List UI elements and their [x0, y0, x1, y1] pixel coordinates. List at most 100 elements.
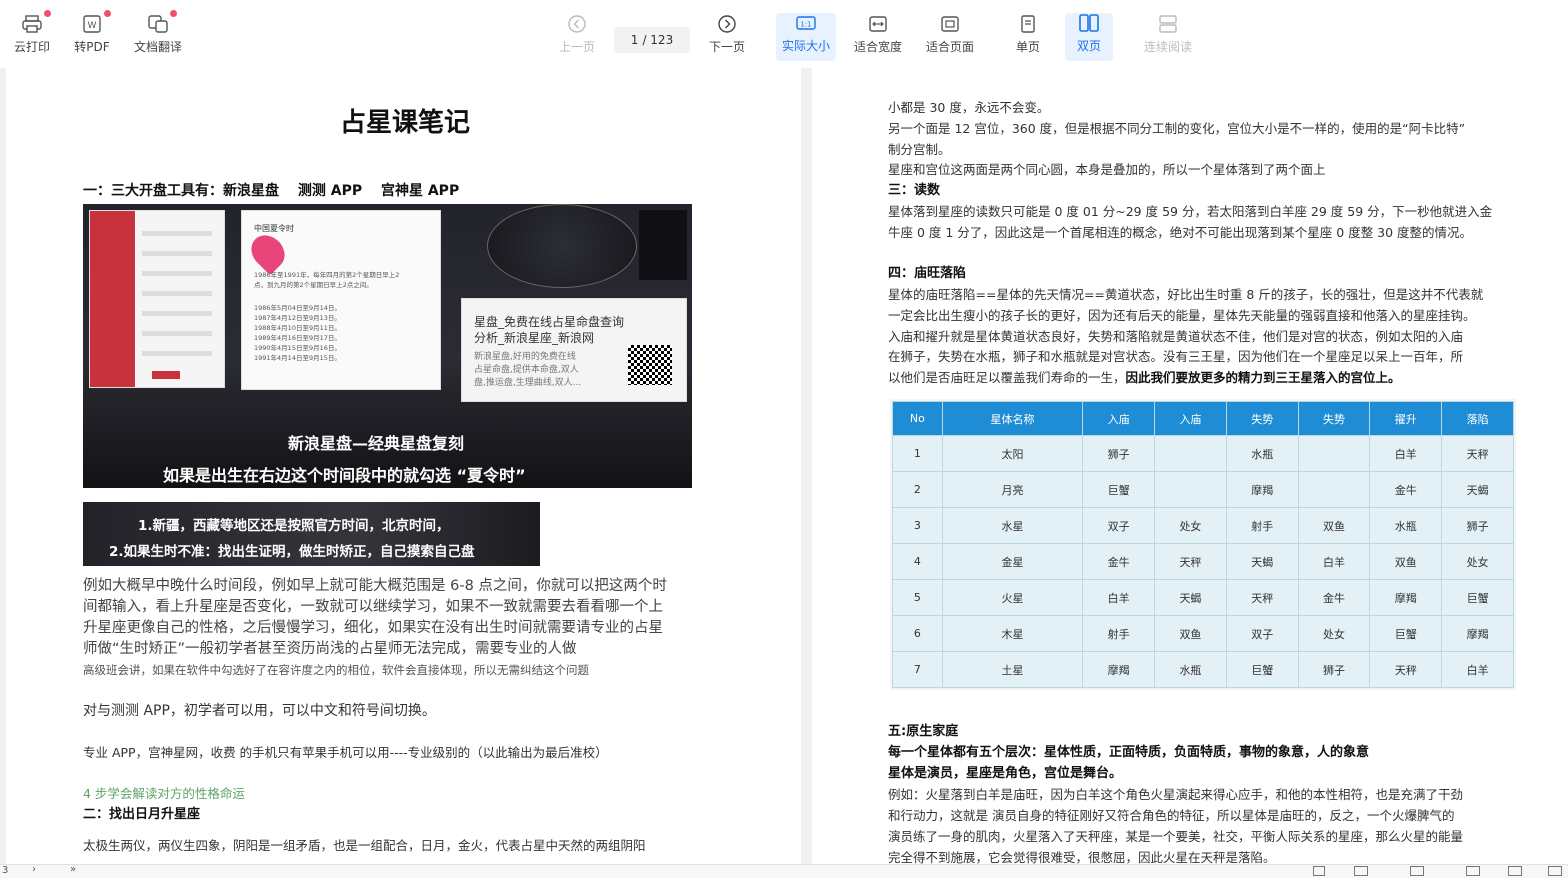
page-number-input[interactable]: 1 / 123 — [614, 27, 690, 53]
screenshot-image-sina-chart: 中国夏令时 1986年至1991年，每年四月的第2个星期日早上2 点，到九月的第… — [83, 204, 692, 488]
table-cell: 1 — [892, 435, 943, 472]
bold-line: 每一个星体都有五个层次：星体性质，正面特质，负面特质，事物的象意，人的象意 — [888, 745, 1370, 760]
printer-icon — [21, 10, 51, 34]
table-cell: 月亮 — [941, 471, 1084, 508]
table-cell — [1154, 471, 1227, 508]
table-cell: 水星 — [941, 507, 1084, 544]
svg-text:1:1: 1:1 — [800, 21, 811, 29]
current-page: 1 — [630, 33, 639, 47]
double-page-button[interactable]: 双页 — [1065, 13, 1113, 61]
actual-size-mini-icon[interactable] — [1548, 866, 1562, 876]
table-cell: 白羊 — [1369, 435, 1443, 472]
table-header-cell: 入庙 — [1082, 401, 1156, 436]
dst-card-text: 1986年至1991年，每年四月的第2个星期日早上2 — [254, 271, 400, 279]
doc-translate-button[interactable]: 文档翻译 — [128, 10, 188, 62]
table-cell: 木星 — [941, 615, 1084, 652]
table-cell: 摩羯 — [1369, 579, 1443, 616]
dst-card-title: 中国夏令时 — [254, 224, 294, 233]
app-screenshot — [89, 210, 225, 388]
green-note: 4 步学会解读对方的性格命运 — [83, 786, 245, 801]
table-row: 1 太阳 狮子 水瓶 白羊 天秤 — [892, 435, 1514, 472]
paragraph-line: 小都是 30 度，永远不会变。 — [888, 100, 1050, 115]
paragraph-line: 完全得不到施展，它会觉得很难受，很憋屈，因此火星在天秤是落陷。 — [888, 850, 1276, 864]
svg-text:W: W — [88, 21, 97, 31]
paragraph-line: 例如：火星落到白羊是庙旺，因为白羊这个角色火星演起来得心应手，和他的本性相符，也… — [888, 787, 1464, 802]
single-page-button[interactable]: 单页 — [998, 14, 1058, 62]
single-page-mini-icon[interactable] — [1313, 866, 1325, 876]
table-cell — [1154, 435, 1227, 472]
toolbar: 云打印 W 转PDF 文档翻译 上一页 1 / 123 下一页 1:1 实际大小… — [0, 0, 1568, 68]
table-header-cell: 星体名称 — [941, 401, 1084, 436]
actual-size-icon: 1:1 — [795, 13, 817, 33]
double-page-icon — [1078, 13, 1100, 33]
fit-width-mini-icon[interactable] — [1466, 866, 1480, 876]
fit-page-button[interactable]: 适合页面 — [920, 14, 980, 62]
table-cell: 摩羯 — [1441, 615, 1514, 652]
table-cell: 摩羯 — [1082, 651, 1156, 688]
doc-translate-label: 文档翻译 — [133, 40, 182, 54]
table-cell: 水瓶 — [1225, 435, 1299, 472]
notification-dot — [104, 10, 111, 17]
single-page-icon — [1017, 14, 1039, 34]
image-caption: 如果是出生在右边这个时间段中的就勾选 “夏令时” — [163, 466, 526, 485]
right-page: 小都是 30 度，永远不会变。 另一个面是 12 宫位，360 度，但是根据不同… — [812, 68, 1568, 864]
paragraph-line: 以他们是否庙旺足以覆盖我们寿命的一生，因此我们要放更多的精力到三王星落入的宫位上… — [888, 368, 1401, 389]
actual-size-button[interactable]: 1:1 实际大小 — [776, 13, 836, 61]
single-page-label: 单页 — [1015, 40, 1040, 54]
table-cell: 4 — [892, 543, 943, 580]
to-pdf-button[interactable]: W 转PDF — [62, 10, 122, 62]
cloud-print-button[interactable]: 云打印 — [2, 10, 62, 62]
bold-line: 星体是演员，星座是角色，宫位是舞台。 — [888, 766, 1123, 781]
table-cell: 射手 — [1225, 507, 1299, 544]
table-cell: 天秤 — [1441, 435, 1514, 472]
paragraph-line: 另一个面是 12 宫位，360 度，但是根据不同分工制的变化，宫位大小是不一样的… — [888, 121, 1466, 136]
paragraph-line: 在狮子，失势在水瓶，狮子和水瓶就是对宫状态。没有三王星，因为他们在一个星座足以呆… — [888, 349, 1464, 364]
prev-page-button[interactable]: 上一页 — [547, 14, 607, 62]
table-cell: 双子 — [1225, 615, 1299, 652]
image-caption: 新浪星盘—经典星盘复刻 — [288, 434, 465, 453]
next-arrow-icon[interactable]: › — [32, 864, 36, 875]
table-cell: 天蝎 — [1225, 543, 1299, 580]
table-header-cell: 落陷 — [1441, 401, 1514, 436]
to-pdf-label: 转PDF — [74, 40, 110, 54]
search-result-popup: 星盘_免费在线占星命盘查询 分析_新浪星座_新浪网 新浪星盘,好用的免费在线 占… — [461, 298, 687, 402]
fit-width-button[interactable]: 适合宽度 — [848, 14, 908, 62]
continuous-mini-icon[interactable] — [1410, 866, 1424, 876]
emphasis-text: 因此我们要放更多的精力到三王星落入的宫位上。 — [1125, 370, 1401, 385]
paragraph-line: 星体落到星座的读数只可能是 0 度 01 分~29 度 59 分，若太阳落到白羊… — [888, 204, 1493, 219]
fit-page-mini-icon[interactable] — [1508, 866, 1522, 876]
table-cell: 双鱼 — [1297, 507, 1371, 544]
table-cell: 水瓶 — [1154, 651, 1227, 688]
fit-page-icon — [939, 14, 961, 34]
table-cell: 天蝎 — [1441, 471, 1514, 508]
table-cell: 太阳 — [941, 435, 1084, 472]
left-page: 占星课笔记 一：三大开盘工具有：新浪星盘 测测 APP 宫神星 APP 中国夏令… — [6, 68, 801, 864]
note-line: 高级班会讲，如果在软件中勾选好了在容许度之内的相位，软件会直接体现，所以无需纠结… — [83, 663, 589, 677]
table-header-cell: 失势 — [1225, 401, 1299, 436]
notification-dot — [44, 10, 51, 17]
dst-card-text: 点，到九月的第2个星期日早上2点之间。 — [254, 281, 373, 289]
image-caption: 2.如果生时不准：找出生证明，做生时矫正，自己摸索自己盘 — [109, 544, 475, 560]
next-page-label: 下一页 — [708, 40, 745, 54]
double-page-label: 双页 — [1076, 39, 1101, 53]
table-row: 2 月亮 巨蟹 摩羯 金牛 天蝎 — [892, 471, 1514, 508]
continuous-read-button[interactable]: 连续阅读 — [1138, 14, 1198, 62]
next-page-button[interactable]: 下一页 — [697, 14, 757, 62]
table-cell: 处女 — [1297, 615, 1371, 652]
planet-rulership-table: No 星体名称 入庙 入庙 失势 失势 擢升 落陷 1 太阳狮子 水瓶 白羊 天秤 2 月亮… — [892, 401, 1514, 688]
image-caption: 1.新疆，西藏等地区还是按照官方时间，北京时间， — [138, 518, 450, 534]
table-header-row: No 星体名称 入庙 入庙 失势 失势 擢升 落陷 — [892, 401, 1514, 436]
doc-title: 占星课笔记 — [340, 108, 471, 138]
table-cell: 狮子 — [1297, 651, 1371, 688]
last-page-icon[interactable]: » — [70, 864, 76, 875]
continuous-read-label: 连续阅读 — [1143, 40, 1192, 54]
dst-card: 中国夏令时 1986年至1991年，每年四月的第2个星期日早上2 点，到九月的第… — [241, 210, 441, 390]
table-row: 7 土星 摩羯 水瓶 巨蟹 狮子 天秤 白羊 — [892, 651, 1514, 688]
table-cell: 金星 — [941, 543, 1084, 580]
paragraph-line: 专业 APP，宫神星网，收费 的手机只有苹果手机可以用----专业级别的（以此输… — [83, 745, 608, 760]
table-header-cell: No — [892, 401, 943, 436]
word-doc-icon: W — [81, 10, 111, 34]
double-page-mini-icon[interactable] — [1354, 866, 1368, 876]
table-cell — [1297, 435, 1371, 472]
table-header-cell: 入庙 — [1154, 401, 1227, 436]
